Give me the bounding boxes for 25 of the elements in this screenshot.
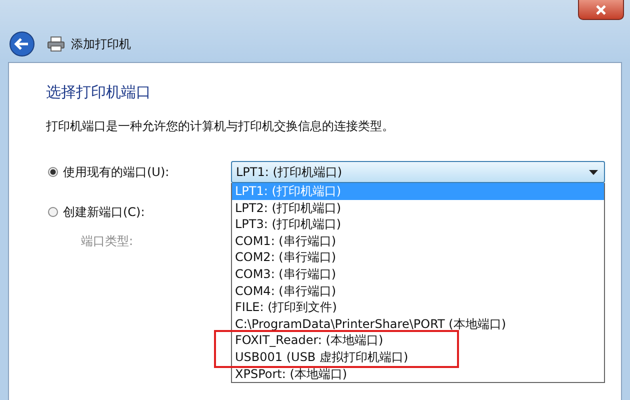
port-option[interactable]: XPSPort: (本地端口) (232, 366, 604, 382)
option-label[interactable]: 创建新端口(C): (63, 204, 145, 220)
port-option[interactable]: USB001 (USB 虚拟打印机端口) (232, 348, 604, 366)
port-option[interactable]: LPT2: (打印机端口) (232, 200, 604, 216)
port-option[interactable]: C:\ProgramData\PrinterShare\PORT (本地端口) (232, 316, 604, 332)
port-option[interactable]: FOXIT_Reader: (本地端口) (232, 332, 604, 349)
option-label[interactable]: 使用现有的端口(U): (63, 164, 170, 180)
port-option[interactable]: COM2: (串行端口) (232, 249, 604, 266)
port-option[interactable]: COM4: (串行端口) (232, 282, 604, 300)
port-type-label: 端口类型: (81, 233, 134, 250)
page-heading: 选择打印机端口 (46, 83, 152, 102)
radio-button[interactable] (48, 207, 58, 217)
radio-button[interactable] (48, 167, 58, 177)
dropdown-arrow-icon (589, 170, 598, 174)
close-button[interactable] (578, 0, 624, 20)
back-button[interactable] (9, 31, 35, 57)
port-option[interactable]: COM1: (串行端口) (232, 232, 604, 250)
port-option[interactable]: LPT3: (打印机端口) (232, 216, 604, 233)
description-text: 打印机端口是一种允许您的计算机与打印机交换信息的连接类型。 (46, 118, 395, 135)
port-dropdown[interactable]: LPT1: (打印机端口) (231, 161, 605, 183)
close-icon (595, 4, 607, 14)
port-option[interactable]: FILE: (打印到文件) (232, 299, 604, 316)
printer-icon (47, 36, 65, 52)
port-option[interactable]: COM3: (串行端口) (232, 266, 604, 283)
window-title: 添加打印机 (71, 36, 131, 52)
